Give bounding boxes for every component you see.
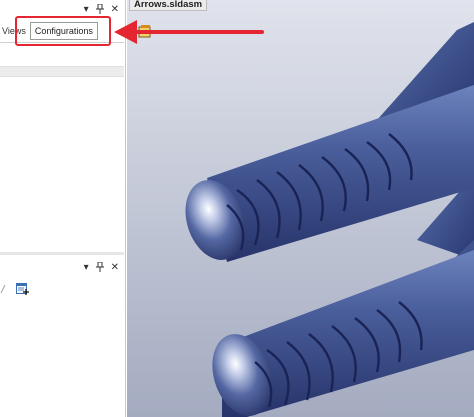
tree-header-strip: [0, 66, 124, 77]
pin-tool-icon[interactable]: [0, 284, 6, 294]
tab-configurations[interactable]: Configurations: [29, 22, 98, 40]
close-icon[interactable]: ✕: [111, 263, 119, 273]
close-icon[interactable]: ✕: [111, 5, 119, 15]
pane-controls-top: ▾ ✕: [84, 3, 119, 17]
dropdown-arrow-icon[interactable]: ▾: [84, 263, 89, 273]
dropdown-arrow-icon[interactable]: ▾: [84, 5, 89, 15]
pane-tabs: Views Configurations: [0, 20, 124, 42]
tab-views[interactable]: Views: [0, 26, 30, 36]
view-orientation-icon[interactable]: [138, 24, 152, 38]
pin-icon[interactable]: [95, 261, 104, 275]
configuration-manager-pane: ▾ ✕ Views Configurations ▾ ✕: [0, 0, 126, 417]
tabs-divider: [0, 42, 124, 43]
graphics-viewport[interactable]: [127, 0, 474, 417]
3d-model-view[interactable]: [127, 0, 474, 417]
solidworks-window: ▾ ✕ Views Configurations ▾ ✕ Arrows.slda…: [0, 0, 474, 417]
pin-icon[interactable]: [95, 3, 104, 17]
add-configuration-icon[interactable]: [16, 283, 29, 295]
pane-controls-bottom: ▾ ✕: [84, 261, 119, 275]
pane-splitter[interactable]: [0, 252, 124, 255]
document-tab[interactable]: Arrows.sldasm: [129, 0, 208, 11]
